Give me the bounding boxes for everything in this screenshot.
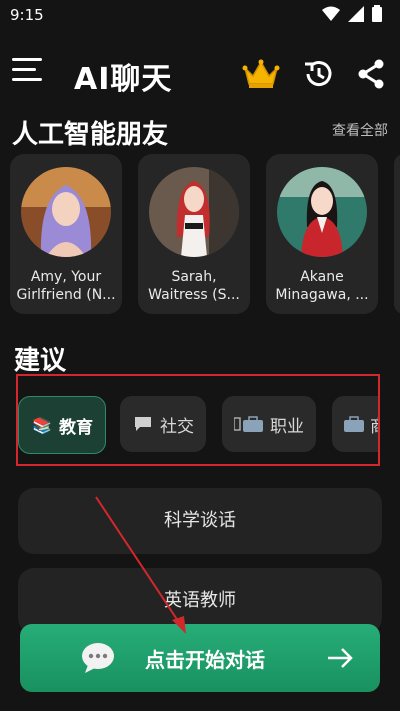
signal-icon xyxy=(348,5,364,22)
briefcase-icon xyxy=(234,416,263,432)
chip-label: 商 xyxy=(370,412,378,437)
crown-icon[interactable] xyxy=(242,58,280,90)
app-bar: AI聊天 xyxy=(0,44,400,104)
status-icons xyxy=(322,5,382,22)
friend-name: Sarah, Waitress (S... xyxy=(142,268,246,304)
suggestion-item[interactable]: 科学谈话 xyxy=(18,488,382,554)
friend-name-line: Sarah, xyxy=(171,269,217,285)
chip-label: 社交 xyxy=(160,416,194,437)
chat-bubble-icon xyxy=(135,417,151,431)
category-chips: 📚 教育 社交 职业 商 xyxy=(16,374,380,466)
chip-business[interactable]: 商 xyxy=(332,396,378,452)
chip-label: 职业 xyxy=(270,416,304,437)
friend-name-line: Minagawa, ... xyxy=(275,287,369,303)
avatar xyxy=(21,167,111,257)
history-icon[interactable] xyxy=(302,58,334,90)
status-time: 9:15 xyxy=(10,6,44,24)
battery-icon xyxy=(372,5,382,22)
friend-name-line: Akane xyxy=(300,269,344,285)
friends-section-title: 人工智能朋友 xyxy=(12,120,169,150)
briefcase-icon xyxy=(344,416,364,432)
friend-name: Amy, Your Girlfriend (N... xyxy=(14,268,118,304)
status-bar: 9:15 xyxy=(0,0,400,30)
start-chat-button[interactable]: 点击开始对话 xyxy=(20,624,380,692)
avatar xyxy=(277,167,367,257)
chip-education[interactable]: 📚 教育 xyxy=(18,396,106,454)
friend-name: Akane Minagawa, ... xyxy=(270,268,374,304)
avatar xyxy=(149,167,239,257)
friend-card[interactable]: Amy, Your Girlfriend (N... xyxy=(10,154,122,314)
share-icon[interactable] xyxy=(356,58,386,90)
menu-icon[interactable] xyxy=(12,58,42,86)
chip-label: 教育 xyxy=(59,417,93,438)
friends-carousel: Amy, Your Girlfriend (N... Sarah, Waitre… xyxy=(10,154,400,316)
friend-name-line: Amy, Your xyxy=(30,269,102,285)
chip-career[interactable]: 职业 xyxy=(222,396,316,452)
app-title: AI聊天 xyxy=(74,62,173,97)
start-chat-label: 点击开始对话 xyxy=(145,647,265,672)
suggest-section-title: 建议 xyxy=(14,346,67,376)
arrow-right-icon xyxy=(328,648,353,668)
friend-name-line: Girlfriend (N... xyxy=(16,287,116,303)
friend-name-line: Waitress (S... xyxy=(148,287,240,303)
friend-card[interactable] xyxy=(394,154,400,314)
see-all-link[interactable]: 查看全部 xyxy=(332,120,388,140)
wifi-icon xyxy=(322,6,340,21)
books-icon: 📚 xyxy=(32,415,52,435)
chip-social[interactable]: 社交 xyxy=(120,396,206,452)
friend-card[interactable]: Sarah, Waitress (S... xyxy=(138,154,250,314)
friend-card[interactable]: Akane Minagawa, ... xyxy=(266,154,378,314)
chat-bubble-icon xyxy=(82,643,114,673)
